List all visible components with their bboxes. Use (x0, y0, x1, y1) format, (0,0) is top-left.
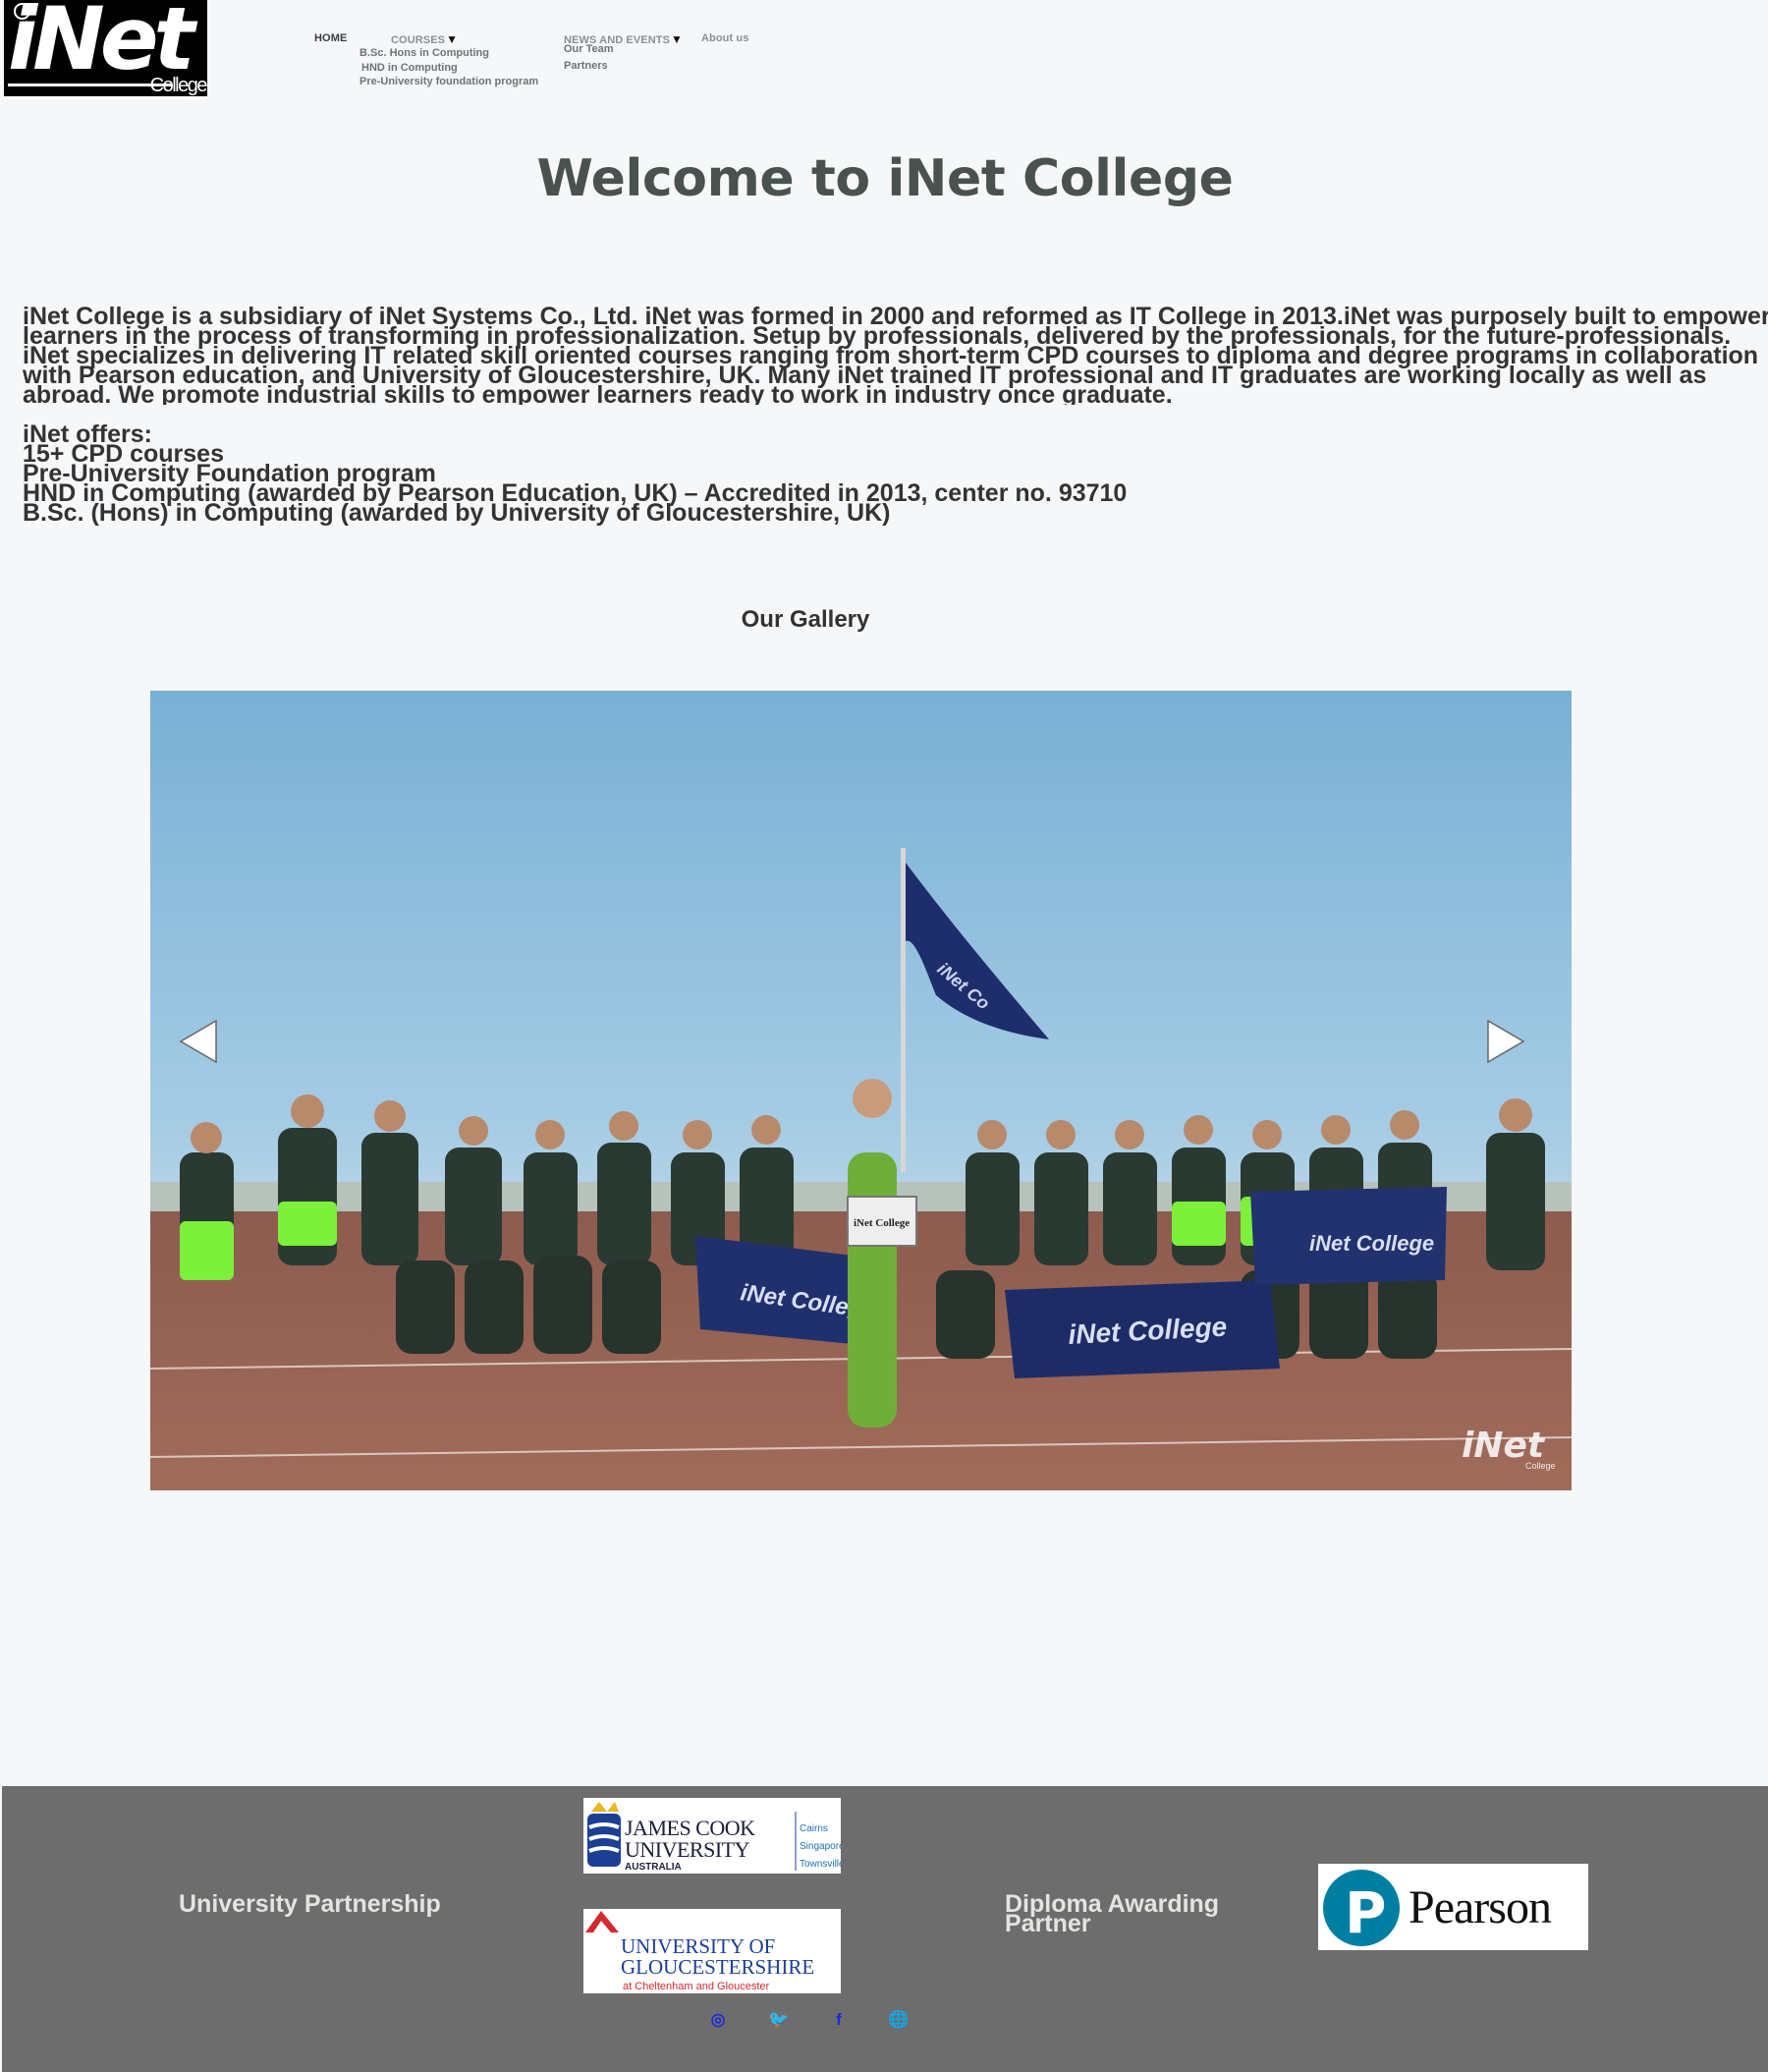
pearson-mark-letter: P (1345, 1879, 1387, 1946)
pearson-name: Pearson (1409, 1881, 1552, 1933)
chevron-down-icon: ▼ (671, 32, 684, 46)
jcu-logo[interactable]: JAMES COOK UNIVERSITY AUSTRALIA Cairns S… (583, 1798, 841, 1874)
jcu-campus: Singapore (800, 1841, 841, 1852)
chevron-down-icon: ▼ (446, 32, 459, 46)
photo-watermark-sub: College (1525, 1461, 1556, 1471)
jcu-campus: Townsville (800, 1859, 841, 1870)
nav-courses-label: COURSES (391, 34, 446, 46)
triangle-right-icon (1487, 1020, 1525, 1063)
pearson-mark-icon: P Pearson (1323, 1870, 1553, 1946)
gallery-next-button[interactable] (1486, 1020, 1525, 1063)
nav-news-item-team[interactable]: Our Team (564, 43, 614, 55)
gallery-prev-button[interactable] (179, 1020, 218, 1063)
logo-subtext: College (149, 75, 208, 96)
jcu-line3: AUSTRALIA (625, 1862, 682, 1873)
jcu-line2: UNIVERSITY (625, 1837, 750, 1862)
offer-item: B.Sc. (Hons) in Computing (awarded by Un… (23, 499, 891, 527)
facebook-icon[interactable]: f (828, 2010, 850, 2030)
nav-courses[interactable]: COURSES▼ (391, 32, 458, 46)
instagram-icon[interactable]: ◎ (707, 2010, 729, 2030)
jcu-crest-icon: JAMES COOK UNIVERSITY AUSTRALIA Cairns S… (587, 1802, 841, 1873)
nav-courses-item-bsc[interactable]: B.Sc. Hons in Computing (359, 47, 489, 59)
banner-text: iNet College (1309, 1231, 1434, 1256)
glos-line3: at Cheltenham and Gloucester (623, 1981, 770, 1992)
glos-line2: GLOUCESTERSHIRE (621, 1955, 814, 1979)
nav-news-item-partners[interactable]: Partners (564, 60, 608, 72)
page-title: Welcome to iNet College (536, 149, 1234, 208)
gallery-photo: iNet Co iNet College iNet College iNet C… (150, 691, 1572, 1490)
gloucestershire-crest-icon: UNIVERSITY OF GLOUCESTERSHIRE at Chelten… (585, 1911, 814, 1992)
jcu-campus: Cairns (800, 1823, 828, 1834)
logo-rule (8, 84, 171, 86)
photo-watermark: iNet (1462, 1426, 1546, 1466)
triangle-left-icon (179, 1020, 217, 1063)
offers-list: iNet offers: 15+ CPD courses Pre-Univers… (23, 420, 1692, 527)
diploma-partner-heading: Diploma Awarding Partner (1005, 1892, 1219, 1936)
globe-icon[interactable]: 🌐 (888, 2010, 910, 2030)
nav-courses-item-hnd[interactable]: HND in Computing (361, 62, 458, 74)
gloucestershire-logo[interactable]: UNIVERSITY OF GLOUCESTERSHIRE at Chelten… (583, 1909, 841, 1993)
pearson-logo[interactable]: P Pearson (1318, 1864, 1588, 1950)
nav-about[interactable]: About us (701, 32, 748, 44)
twitter-icon[interactable]: 🐦 (768, 2010, 790, 2030)
about-paragraph: iNet College is a subsidiary of iNet Sys… (23, 307, 1768, 405)
gallery-slider[interactable]: iNet Co iNet College iNet College iNet C… (150, 691, 1572, 1490)
sign-text: iNet College (854, 1217, 910, 1229)
logo-text: iNet (8, 0, 195, 89)
gallery-title: Our Gallery (741, 606, 870, 633)
university-partnership-heading: University Partnership (179, 1890, 441, 1918)
college-logo[interactable]: iNet College (4, 0, 208, 99)
nav-home[interactable]: HOME (314, 32, 347, 44)
footer: University Partnership JAMES COOK UNIVER… (2, 1786, 1768, 2072)
offers-heading: iNet offers: (23, 420, 152, 448)
nav-courses-item-foundation[interactable]: Pre-University foundation program (359, 76, 538, 87)
